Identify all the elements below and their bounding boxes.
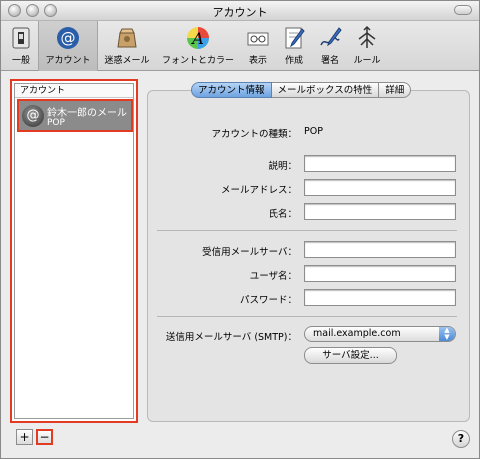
signature-icon: [320, 27, 342, 47]
account-name: 鈴木一郎のメール: [47, 108, 127, 119]
toolbar-item-label: フォントとカラー: [161, 56, 234, 66]
email-field[interactable]: [304, 179, 456, 196]
toolbar-item-label: 署名: [320, 56, 339, 66]
svg-text:A: A: [190, 29, 204, 48]
description-field[interactable]: [304, 155, 456, 172]
window-title: アカウント: [212, 6, 268, 19]
fullname-field[interactable]: [304, 203, 456, 220]
tab-mailbox-behaviors[interactable]: メールボックスの特性: [271, 82, 380, 98]
account-list[interactable]: アカウント @ 鈴木一郎のメール POP: [14, 83, 134, 419]
smtp-server-select[interactable]: mail.example.com ▲ ▼: [304, 326, 456, 342]
toolbar-item-accounts[interactable]: @ アカウント: [38, 21, 98, 71]
smtp-server-value: mail.example.com: [313, 328, 401, 339]
toolbar-item-general[interactable]: 一般: [6, 21, 36, 71]
toolbar-item-label: 一般: [11, 56, 30, 66]
toolbar-item-rules[interactable]: ルール: [350, 21, 384, 71]
help-button[interactable]: ?: [452, 430, 470, 448]
toolbar-item-composing[interactable]: 作成: [278, 21, 310, 71]
description-label: 説明：: [268, 161, 297, 172]
account-list-header: アカウント: [15, 84, 133, 98]
incoming-server-field[interactable]: [304, 241, 456, 258]
password-label: パスワード：: [239, 295, 297, 306]
account-list-item[interactable]: @ 鈴木一郎のメール POP: [17, 99, 133, 132]
toolbar-item-signatures[interactable]: 署名: [314, 21, 346, 71]
junk-mail-icon: [117, 28, 137, 48]
updown-arrow-icon: ▲ ▼: [439, 327, 455, 341]
toolbar-item-label: 表示: [248, 56, 267, 66]
switch-icon: [12, 27, 30, 49]
toolbar-item-label: 作成: [284, 56, 303, 66]
fonts-colors-icon: A: [187, 27, 209, 49]
server-settings-button[interactable]: サーバ設定...: [304, 347, 397, 364]
fullname-label: 氏名：: [268, 209, 297, 220]
tab-account-info[interactable]: アカウント情報: [191, 82, 272, 98]
title-bar[interactable]: アカウント: [1, 1, 479, 21]
tab-advanced[interactable]: 詳細: [379, 82, 412, 98]
toolbar-item-label: ルール: [353, 56, 381, 66]
username-label: ユーザ名：: [249, 271, 297, 282]
toolbar-item-viewing[interactable]: 表示: [242, 21, 274, 71]
at-sign-icon: @: [57, 27, 79, 49]
toolbar: 一般 @ アカウント 迷惑メール A フォントとカラー 表示 作成 署名 ルール: [1, 21, 479, 71]
account-type: POP: [47, 118, 65, 128]
toolbar-item-fonts-colors[interactable]: A フォントとカラー: [156, 21, 240, 71]
remove-account-button[interactable]: −: [36, 429, 53, 445]
at-sign-icon: @: [22, 105, 44, 127]
composing-icon: [285, 27, 305, 49]
separator: [157, 316, 457, 317]
toolbar-toggle-button[interactable]: [454, 5, 472, 15]
tab-bar: アカウント情報 メールボックスの特性 詳細: [191, 82, 412, 98]
account-list-panel: アカウント @ 鈴木一郎のメール POP: [10, 79, 138, 423]
smtp-label: 送信用メールサーバ (SMTP)：: [165, 332, 297, 343]
rules-icon: [358, 25, 376, 48]
username-field[interactable]: [304, 265, 456, 282]
add-account-button[interactable]: +: [16, 429, 33, 445]
preferences-window: アカウント 一般 @ アカウント 迷惑メール A フォントとカラー 表示 作成 …: [0, 0, 480, 459]
account-type-label: アカウントの種類：: [211, 129, 297, 140]
account-type-value: POP: [304, 126, 323, 137]
incoming-server-label: 受信用メールサーバ：: [202, 247, 297, 258]
password-field[interactable]: [304, 289, 456, 306]
separator: [157, 230, 457, 231]
toolbar-item-label: 迷惑メール: [104, 56, 150, 66]
svg-text:@: @: [61, 29, 76, 47]
email-label: メールアドレス：: [220, 185, 297, 196]
toolbar-item-label: アカウント: [45, 56, 91, 66]
viewing-icon: [247, 32, 269, 46]
toolbar-item-junk[interactable]: 迷惑メール: [100, 21, 154, 71]
